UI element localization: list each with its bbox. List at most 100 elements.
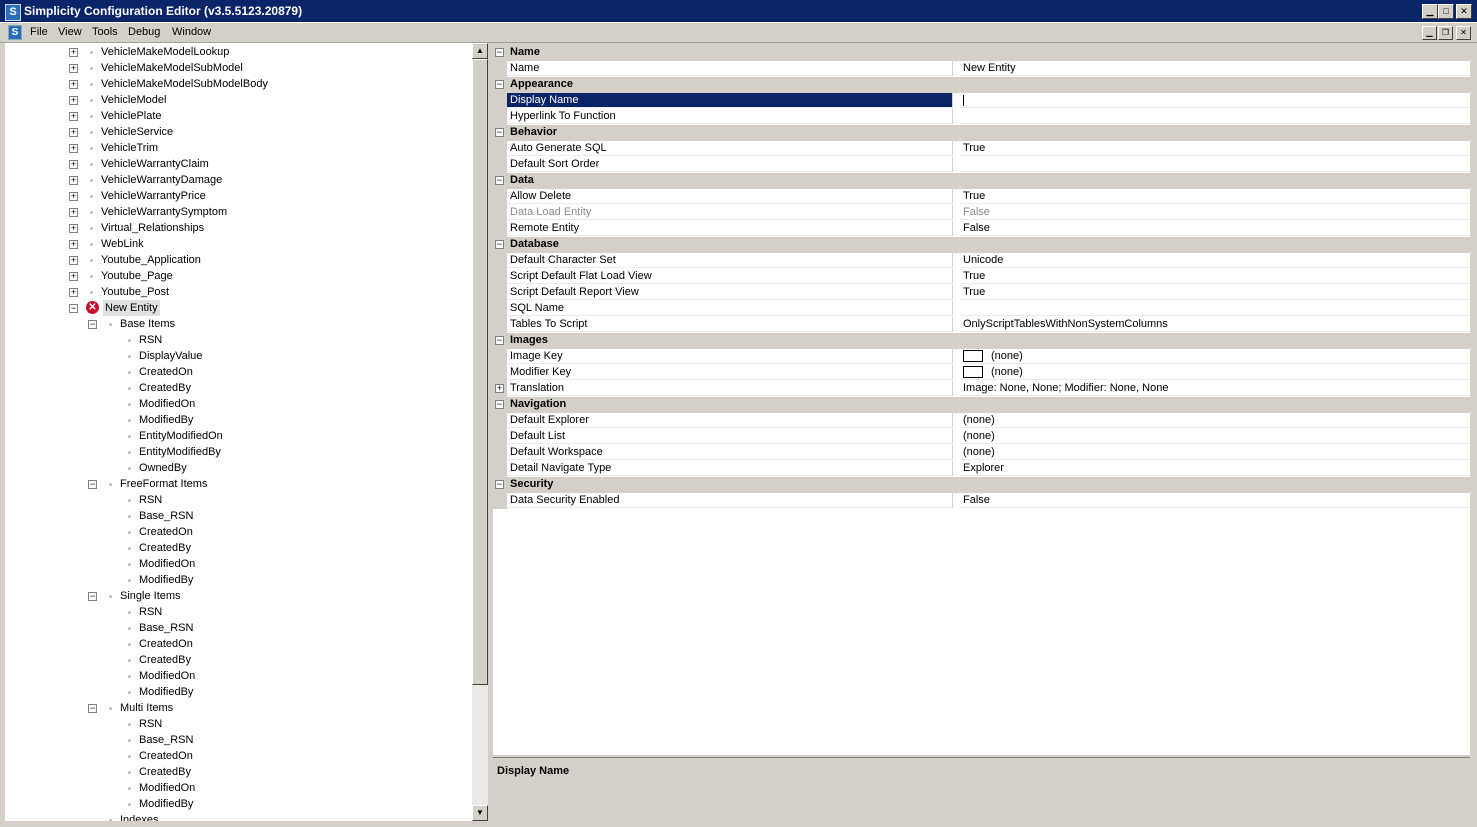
property-row[interactable]: Detail Navigate Type Explorer — [493, 461, 1470, 477]
expand-icon[interactable]: + — [69, 176, 78, 185]
property-row[interactable]: Allow Delete True — [493, 189, 1470, 205]
property-row[interactable]: + Translation Image: None, None; Modifier:… — [493, 381, 1470, 397]
expand-icon[interactable]: + — [69, 128, 78, 137]
tree-field-item[interactable]: ModifiedBy — [5, 796, 470, 812]
tree-field-item[interactable]: ModifiedBy — [5, 684, 470, 700]
property-value[interactable] — [960, 93, 1470, 108]
tree-entity-item[interactable]: + VehicleModel — [5, 92, 470, 108]
tree-field-item[interactable]: CreatedBy — [5, 652, 470, 668]
property-value[interactable]: False — [960, 205, 1470, 220]
tree-field-item[interactable]: CreatedOn — [5, 748, 470, 764]
expand-icon[interactable]: + — [69, 240, 78, 249]
property-value[interactable]: True — [960, 269, 1470, 284]
tree-entity-item[interactable]: + VehicleMakeModelSubModel — [5, 60, 470, 76]
tree-entity-item[interactable]: + VehiclePlate — [5, 108, 470, 124]
collapse-icon[interactable]: − — [88, 704, 97, 713]
tree-entity-item[interactable]: + VehicleWarrantyDamage — [5, 172, 470, 188]
tree-group-item[interactable]: − FreeFormat Items — [5, 476, 470, 492]
collapse-icon[interactable]: − — [69, 304, 78, 313]
tree-entity-item[interactable]: − ✕ New Entity — [5, 300, 470, 316]
tree-scrollbar[interactable]: ▲ ▼ — [472, 43, 488, 821]
tree-field-item[interactable]: ModifiedBy — [5, 412, 470, 428]
collapse-icon[interactable]: − — [88, 592, 97, 601]
category-behavior[interactable]: − Behavior — [493, 125, 1470, 141]
menu-debug[interactable]: Debug — [128, 26, 160, 38]
property-row[interactable]: Data Load Entity False — [493, 205, 1470, 221]
tree-field-item[interactable]: CreatedBy — [5, 540, 470, 556]
mdi-restore-icon[interactable]: ❐ — [1438, 26, 1453, 40]
tree-field-item[interactable]: RSN — [5, 716, 470, 732]
mdi-minimize-icon[interactable]: ▁ — [1422, 26, 1437, 40]
scroll-thumb[interactable] — [472, 59, 488, 685]
minimize-icon[interactable]: ▁ — [1422, 4, 1438, 19]
tree-entity-item[interactable]: + VehicleMakeModelLookup — [5, 44, 470, 60]
expand-icon[interactable]: + — [69, 112, 78, 121]
property-row[interactable]: Default Workspace (none) — [493, 445, 1470, 461]
property-value[interactable] — [960, 109, 1470, 124]
tree-field-item[interactable]: DisplayValue — [5, 348, 470, 364]
tree-field-item[interactable]: EntityModifiedBy — [5, 444, 470, 460]
tree-group-item[interactable]: Indexes — [5, 812, 470, 821]
collapse-icon[interactable]: − — [495, 128, 504, 137]
tree-field-item[interactable]: CreatedOn — [5, 524, 470, 540]
property-row[interactable]: Remote Entity False — [493, 221, 1470, 237]
menu-window[interactable]: Window — [172, 26, 211, 38]
property-row[interactable]: Script Default Flat Load View True — [493, 269, 1470, 285]
property-row[interactable]: Auto Generate SQL True — [493, 141, 1470, 157]
property-value[interactable]: Explorer — [960, 461, 1470, 476]
expand-icon[interactable]: + — [69, 48, 78, 57]
property-value[interactable]: (none) — [960, 445, 1470, 460]
collapse-icon[interactable]: − — [495, 48, 504, 57]
collapse-icon[interactable]: − — [495, 480, 504, 489]
tree-entity-item[interactable]: + VehicleTrim — [5, 140, 470, 156]
property-row[interactable]: Data Security Enabled False — [493, 493, 1470, 509]
category-images[interactable]: − Images — [493, 333, 1470, 349]
maximize-icon[interactable]: □ — [1438, 4, 1454, 19]
tree-entity-item[interactable]: + WebLink — [5, 236, 470, 252]
category-name[interactable]: − Name — [493, 45, 1470, 61]
expand-icon[interactable]: + — [69, 192, 78, 201]
expand-icon[interactable]: + — [495, 384, 504, 393]
menu-file[interactable]: File — [30, 26, 48, 38]
property-row[interactable]: Hyperlink To Function — [493, 109, 1470, 125]
tree-field-item[interactable]: ModifiedOn — [5, 668, 470, 684]
collapse-icon[interactable]: − — [88, 480, 97, 489]
expand-icon[interactable]: + — [69, 224, 78, 233]
property-row[interactable]: Image Key (none) — [493, 349, 1470, 365]
property-value[interactable] — [960, 157, 1470, 172]
property-value[interactable]: OnlyScriptTablesWithNonSystemColumns — [960, 317, 1470, 332]
category-appearance[interactable]: − Appearance — [493, 77, 1470, 93]
property-value[interactable]: False — [960, 493, 1470, 508]
property-value[interactable] — [960, 301, 1470, 316]
expand-icon[interactable]: + — [69, 288, 78, 297]
tree-entity-item[interactable]: + VehicleService — [5, 124, 470, 140]
entity-tree[interactable]: + VehicleMakeModelLookup + VehicleMakeModel… — [5, 43, 472, 821]
category-navigation[interactable]: − Navigation — [493, 397, 1470, 413]
collapse-icon[interactable]: − — [495, 400, 504, 409]
property-value[interactable]: True — [960, 189, 1470, 204]
collapse-icon[interactable]: − — [88, 320, 97, 329]
category-database[interactable]: − Database — [493, 237, 1470, 253]
tree-field-item[interactable]: RSN — [5, 604, 470, 620]
property-row[interactable]: Default Explorer (none) — [493, 413, 1470, 429]
property-value[interactable]: (none) — [960, 365, 1470, 380]
expand-icon[interactable]: + — [69, 64, 78, 73]
tree-field-item[interactable]: CreatedBy — [5, 380, 470, 396]
tree-entity-item[interactable]: + Youtube_Post — [5, 284, 470, 300]
tree-entity-item[interactable]: + VehicleMakeModelSubModelBody — [5, 76, 470, 92]
menu-view[interactable]: View — [58, 26, 82, 38]
property-value[interactable]: (none) — [960, 429, 1470, 444]
property-row[interactable]: Modifier Key (none) — [493, 365, 1470, 381]
tree-entity-item[interactable]: + Virtual_Relationships — [5, 220, 470, 236]
menu-tools[interactable]: Tools — [92, 26, 118, 38]
collapse-icon[interactable]: − — [495, 176, 504, 185]
tree-group-item[interactable]: − Base Items — [5, 316, 470, 332]
scroll-down-icon[interactable]: ▼ — [472, 805, 488, 821]
tree-field-item[interactable]: CreatedBy — [5, 764, 470, 780]
tree-field-item[interactable]: OwnedBy — [5, 460, 470, 476]
property-value[interactable]: Unicode — [960, 253, 1470, 268]
property-value[interactable]: True — [960, 285, 1470, 300]
tree-field-item[interactable]: ModifiedOn — [5, 556, 470, 572]
collapse-icon[interactable]: − — [495, 336, 504, 345]
tree-group-item[interactable]: − Multi Items — [5, 700, 470, 716]
